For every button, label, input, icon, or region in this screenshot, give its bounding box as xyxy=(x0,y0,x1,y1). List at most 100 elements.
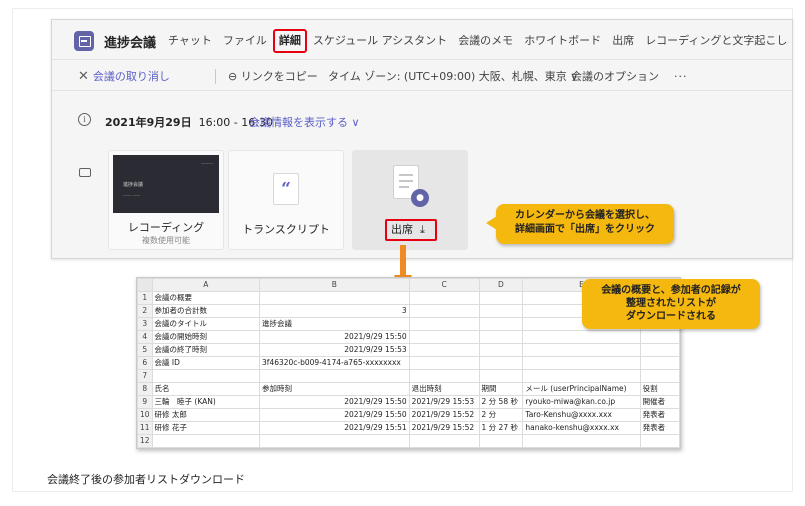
table-cell[interactable]: 2021/9/29 15:50 xyxy=(259,408,410,422)
table-cell[interactable]: 参加者の合計数 xyxy=(151,304,261,318)
table-cell[interactable]: 1 分 27 秒 xyxy=(478,421,524,435)
table-cell[interactable] xyxy=(259,369,410,383)
table-cell[interactable]: 2021/9/29 15:52 xyxy=(408,421,480,435)
table-cell[interactable]: 会議の開始時刻 xyxy=(151,330,261,344)
table-cell[interactable] xyxy=(408,304,480,318)
row-number[interactable]: 8 xyxy=(137,382,153,396)
table-cell[interactable]: 研修 太郎 xyxy=(151,408,261,422)
table-cell[interactable]: 会議の終了時刻 xyxy=(151,343,261,357)
table-cell[interactable]: 氏名 xyxy=(151,382,261,396)
copy-link-button[interactable]: ⊖ リンクをコピー xyxy=(228,70,318,83)
table-cell[interactable] xyxy=(522,434,641,448)
table-cell[interactable] xyxy=(478,343,524,357)
table-cell[interactable]: 3f46320c-b009-4174-a765-xxxxxxxx xyxy=(259,356,410,370)
table-cell[interactable]: hanako-kenshu@xxxx.xx xyxy=(522,421,641,435)
table-cell[interactable]: 退出時刻 xyxy=(408,382,480,396)
table-cell[interactable]: 期間 xyxy=(478,382,524,396)
table-cell[interactable]: 2021/9/29 15:53 xyxy=(408,395,480,409)
attendance-card[interactable]: ● 出席 ⤓ xyxy=(352,150,468,250)
table-cell[interactable] xyxy=(639,356,680,370)
table-cell[interactable] xyxy=(478,317,524,331)
timezone-dropdown[interactable]: タイム ゾーン: (UTC+09:00) 大阪、札幌、東京 ∨ xyxy=(328,70,578,83)
tab-whiteboard[interactable]: ホワイトボード xyxy=(524,34,601,53)
row-number[interactable]: 5 xyxy=(137,343,153,357)
row-number[interactable]: 9 xyxy=(137,395,153,409)
row-number[interactable]: 11 xyxy=(137,421,153,435)
tab-files[interactable]: ファイル xyxy=(223,34,267,53)
table-cell[interactable] xyxy=(639,369,680,383)
column-header[interactable]: C xyxy=(408,278,480,292)
recording-card[interactable]: ——— 進捗会議 —— —— レコーディング 複数使用可能 xyxy=(108,150,224,250)
show-meeting-info-link[interactable]: 会議情報を表示する ∨ xyxy=(249,114,360,130)
table-cell[interactable] xyxy=(408,356,480,370)
table-cell[interactable]: 発表者 xyxy=(639,408,680,422)
table-cell[interactable]: 進捗会議 xyxy=(259,317,410,331)
table-cell[interactable]: 2021/9/29 15:52 xyxy=(408,408,480,422)
table-cell[interactable]: Taro-Kenshu@xxxx.xxx xyxy=(522,408,641,422)
tab-scheduling-assistant[interactable]: スケジュール アシスタント xyxy=(313,34,447,53)
cancel-meeting-button[interactable]: ✕ 会議の取り消し xyxy=(78,70,170,83)
table-cell[interactable] xyxy=(478,304,524,318)
table-cell[interactable]: 2 分 58 秒 xyxy=(478,395,524,409)
table-cell[interactable]: 会議の概要 xyxy=(151,291,261,305)
row-number[interactable]: 3 xyxy=(137,317,153,331)
tab-attendance[interactable]: 出席 xyxy=(612,34,634,53)
table-cell[interactable]: 発表者 xyxy=(639,421,680,435)
row-number[interactable]: 7 xyxy=(137,369,153,383)
table-cell[interactable] xyxy=(478,291,524,305)
table-cell[interactable] xyxy=(408,330,480,344)
row-number[interactable]: 2 xyxy=(137,304,153,318)
row-number[interactable]: 12 xyxy=(137,434,153,448)
table-cell[interactable] xyxy=(522,330,641,344)
table-cell[interactable]: ryouko-miwa@kan.co.jp xyxy=(522,395,641,409)
table-cell[interactable] xyxy=(522,343,641,357)
table-cell[interactable] xyxy=(639,343,680,357)
table-cell[interactable]: 3 xyxy=(259,304,410,318)
more-options-button[interactable]: ··· xyxy=(674,70,688,83)
table-cell[interactable]: 会議のタイトル xyxy=(151,317,261,331)
table-cell[interactable] xyxy=(522,369,641,383)
table-cell[interactable]: 2021/9/29 15:53 xyxy=(259,343,410,357)
row-number[interactable]: 10 xyxy=(137,408,153,422)
table-cell[interactable] xyxy=(151,434,261,448)
tab-recordings[interactable]: レコーディングと文字起こし xyxy=(645,34,787,53)
table-cell[interactable] xyxy=(408,369,480,383)
row-number[interactable]: 1 xyxy=(137,291,153,305)
table-cell[interactable]: 三輪 睦子 (KAN) xyxy=(151,395,261,409)
attendance-download-button[interactable]: 出席 ⤓ xyxy=(385,219,437,241)
table-cell[interactable] xyxy=(408,317,480,331)
table-cell[interactable] xyxy=(522,356,641,370)
row-number[interactable]: 6 xyxy=(137,356,153,370)
tab-details[interactable]: 詳細 xyxy=(272,29,307,53)
table-cell[interactable] xyxy=(151,369,261,383)
table-cell[interactable]: 開催者 xyxy=(639,395,680,409)
meeting-options-button[interactable]: 会議のオプション xyxy=(571,70,659,83)
table-cell[interactable] xyxy=(639,434,680,448)
row-number[interactable]: 4 xyxy=(137,330,153,344)
table-cell[interactable]: 2021/9/29 15:51 xyxy=(259,421,410,435)
table-cell[interactable] xyxy=(478,369,524,383)
table-cell[interactable]: 参加時刻 xyxy=(259,382,410,396)
table-cell[interactable]: 役割 xyxy=(639,382,680,396)
table-cell[interactable] xyxy=(639,330,680,344)
tab-chat[interactable]: チャット xyxy=(168,34,212,53)
table-cell[interactable]: メール (userPrincipalName) xyxy=(522,382,641,396)
column-header[interactable]: D xyxy=(478,278,524,292)
table-cell[interactable]: 2021/9/29 15:50 xyxy=(259,395,410,409)
column-header[interactable]: A xyxy=(151,278,261,292)
table-cell[interactable] xyxy=(408,343,480,357)
table-cell[interactable]: 2 分 xyxy=(478,408,524,422)
table-cell[interactable]: 2021/9/29 15:50 xyxy=(259,330,410,344)
table-cell[interactable]: 会議 ID xyxy=(151,356,261,370)
table-cell[interactable] xyxy=(478,434,524,448)
table-cell[interactable] xyxy=(408,434,480,448)
table-cell[interactable] xyxy=(259,291,410,305)
table-cell[interactable] xyxy=(259,434,410,448)
tab-meeting-notes[interactable]: 会議のメモ xyxy=(458,34,513,53)
transcript-card[interactable]: “ トランスクリプト xyxy=(228,150,344,250)
column-header[interactable]: B xyxy=(259,278,410,292)
table-cell[interactable] xyxy=(478,356,524,370)
table-cell[interactable] xyxy=(478,330,524,344)
table-cell[interactable]: 研修 花子 xyxy=(151,421,261,435)
table-cell[interactable] xyxy=(408,291,480,305)
